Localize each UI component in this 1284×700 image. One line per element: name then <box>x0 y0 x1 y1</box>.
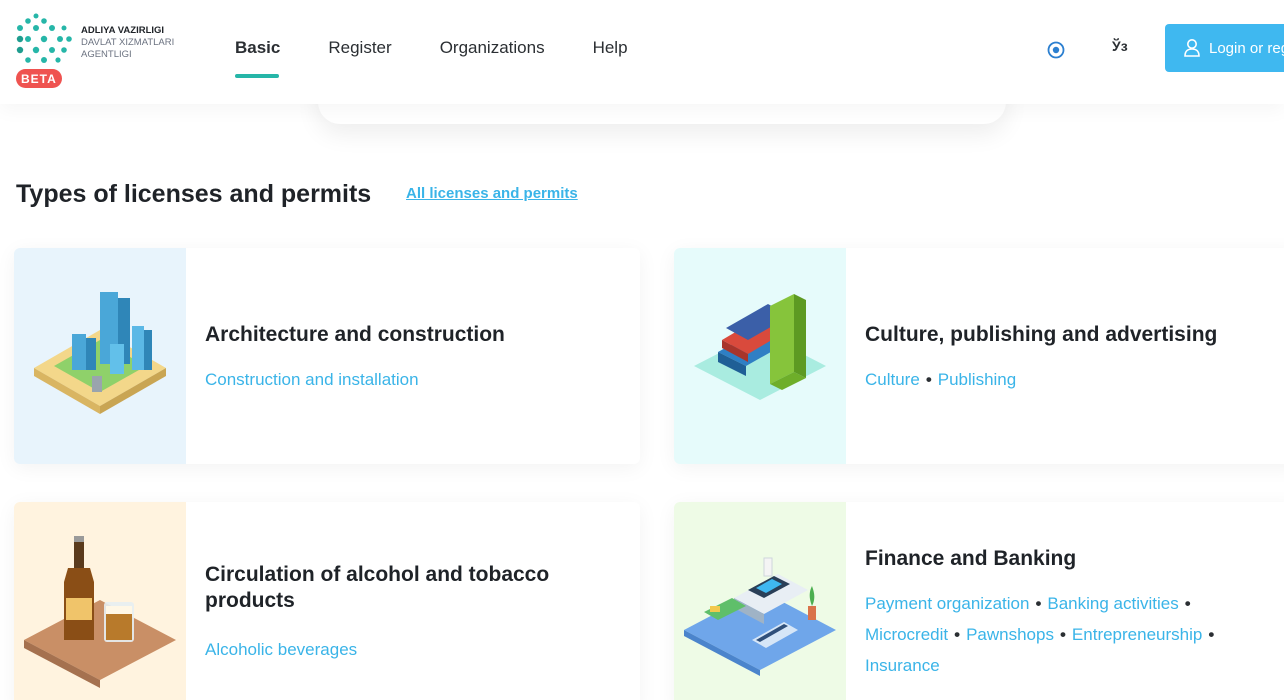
link-separator: • <box>954 625 961 644</box>
category-card-architecture[interactable]: Architecture and construction Constructi… <box>14 248 640 464</box>
nav-register[interactable]: Register <box>328 38 391 80</box>
link-alcoholic-beverages[interactable]: Alcoholic beverages <box>205 640 357 659</box>
login-button[interactable]: Login or reg <box>1165 24 1284 72</box>
city-buildings-icon <box>34 292 166 414</box>
agency-name-line3: AGENTLIGI <box>81 49 132 60</box>
section-title: Types of licenses and permits <box>16 180 372 208</box>
accessibility-button[interactable] <box>1042 36 1070 64</box>
link-insurance[interactable]: Insurance <box>865 656 940 675</box>
link-separator: • <box>1184 594 1191 613</box>
agency-name-line1: ADLIYA VAZIRLIGI <box>81 25 165 36</box>
link-separator: • <box>1208 625 1215 644</box>
agency-name: ADLIYA VAZIRLIGI DAVLAT XIZMATLARI AGENT… <box>81 25 174 61</box>
category-card-culture[interactable]: Culture, publishing and advertising Cult… <box>674 248 1284 464</box>
books-icon <box>694 294 826 400</box>
card-title-line2: products <box>205 589 295 612</box>
card-links-line3: Insurance <box>865 650 1220 681</box>
card-title: Culture, publishing and advertising <box>865 323 1218 346</box>
agency-name-line2: DAVLAT XIZMATLARI <box>81 37 175 48</box>
nav-organizations[interactable]: Organizations <box>440 38 545 80</box>
link-separator: • <box>925 370 932 389</box>
category-card-finance[interactable]: Finance and Banking Payment organization… <box>674 502 1284 700</box>
nav-basic[interactable]: Basic <box>235 38 280 80</box>
language-switch[interactable]: Ўз <box>1112 38 1128 54</box>
link-microcredit[interactable]: Microcredit <box>865 625 948 644</box>
card-links: Construction and installation <box>205 364 419 395</box>
card-title-line1: Circulation of alcohol and tobacco <box>205 563 550 586</box>
link-entrepreneurship[interactable]: Entrepreneurship <box>1072 625 1202 644</box>
all-licenses-link[interactable]: All licenses and permits <box>406 185 578 202</box>
nav-help[interactable]: Help <box>593 38 628 80</box>
link-separator: • <box>1035 594 1042 613</box>
link-culture[interactable]: Culture <box>865 370 920 389</box>
link-separator: • <box>1059 625 1066 644</box>
link-publishing[interactable]: Publishing <box>938 370 1016 389</box>
logo-dots-icon <box>16 13 72 63</box>
card-links: Culture • Publishing <box>865 364 1016 395</box>
card-illustration <box>674 502 846 700</box>
link-payment-organization[interactable]: Payment organization <box>865 594 1029 613</box>
card-illustration <box>674 248 846 464</box>
eye-icon <box>1047 41 1065 59</box>
card-links-line1: Payment organization • Banking activities • <box>865 588 1220 619</box>
link-banking-activities[interactable]: Banking activities <box>1047 594 1178 613</box>
category-card-alcohol-tobacco[interactable]: Circulation of alcohol and tobacco produ… <box>14 502 640 700</box>
bottle-glass-icon <box>24 536 176 688</box>
card-links: Alcoholic beverages <box>205 634 357 665</box>
card-links-line2: Microcredit • Pawnshops • Entrepreneurship • <box>865 619 1220 650</box>
card-title: Architecture and construction <box>205 323 505 346</box>
main-nav: Basic Register Organizations Help <box>235 38 676 80</box>
payment-terminal-icon <box>684 557 836 676</box>
card-illustration <box>14 502 186 700</box>
login-label: Login or reg <box>1209 39 1284 57</box>
user-icon <box>1184 39 1200 57</box>
card-illustration <box>14 248 186 464</box>
card-links: Payment organization • Banking activities •… <box>865 588 1220 681</box>
site-header: ADLIYA VAZIRLIGI DAVLAT XIZMATLARI AGENT… <box>0 0 1284 104</box>
link-construction-installation[interactable]: Construction and installation <box>205 370 419 389</box>
agency-logo[interactable]: ADLIYA VAZIRLIGI DAVLAT XIZMATLARI AGENT… <box>14 12 184 92</box>
card-title: Circulation of alcohol and tobacco produ… <box>205 562 549 614</box>
beta-badge: BETA <box>16 69 62 88</box>
card-title: Finance and Banking <box>865 547 1077 570</box>
link-pawnshops[interactable]: Pawnshops <box>966 625 1054 644</box>
